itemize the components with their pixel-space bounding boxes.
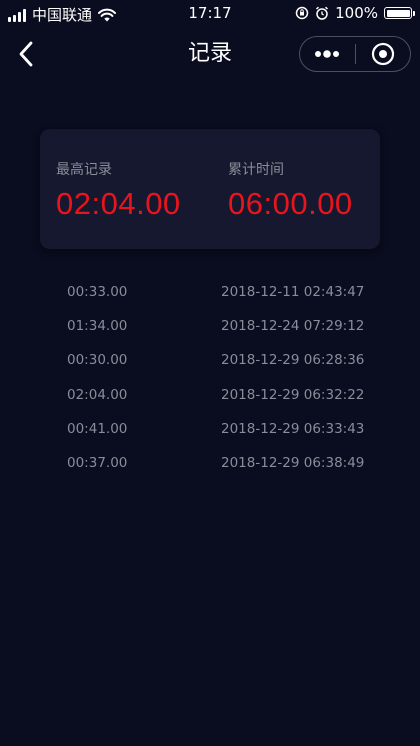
- record-duration: 00:30.00: [67, 352, 128, 369]
- record-duration: 01:34.00: [67, 318, 128, 335]
- rotation-lock-icon: [295, 6, 309, 20]
- record-duration: 00:33.00: [67, 284, 128, 300]
- record-row: 00:33.00 2018-12-11 02:43:47: [0, 276, 420, 310]
- record-datetime: 2018-12-24 07:29:12: [221, 318, 365, 335]
- record-datetime: 2018-12-29 06:38:49: [221, 454, 365, 471]
- summary-card: 最高记录 02:04.00 累计时间 06:00.00: [40, 129, 380, 249]
- total-time-stat: 累计时间 06:00.00: [228, 161, 353, 221]
- best-record-value: 02:04.00: [56, 186, 181, 221]
- record-datetime: 2018-12-29 06:33:43: [221, 420, 365, 437]
- navigation-bar: 记录: [0, 28, 420, 80]
- record-row: 00:41.00 2018-12-29 06:33:43: [0, 413, 420, 447]
- record-row: 00:30.00 2018-12-29 06:28:36: [0, 344, 420, 378]
- record-datetime: 2018-12-29 06:28:36: [221, 352, 365, 369]
- record-duration: 02:04.00: [67, 386, 128, 403]
- alarm-icon: [316, 6, 329, 20]
- record-row: 00:37.00 2018-12-29 06:38:49: [0, 447, 420, 481]
- record-duration: 00:37.00: [67, 454, 128, 471]
- more-dots-icon: [315, 50, 340, 58]
- battery-icon: [384, 7, 415, 19]
- record-datetime: 2018-12-11 02:43:47: [221, 284, 365, 300]
- battery-fill: [386, 9, 410, 17]
- records-screen: 中国联通 17:17 100% 记录 最高记录 02:04.00 累计时间 06…: [0, 0, 420, 746]
- target-circle-icon: [371, 42, 394, 66]
- best-record-label: 最高记录: [56, 162, 112, 178]
- record-datetime: 2018-12-29 06:32:22: [221, 386, 365, 403]
- mini-program-capsule: [299, 36, 411, 72]
- total-time-label: 累计时间: [228, 162, 284, 178]
- close-button[interactable]: [356, 37, 411, 71]
- record-row: 02:04.00 2018-12-29 06:32:22: [0, 379, 420, 413]
- total-time-value: 06:00.00: [228, 186, 353, 221]
- record-row: 01:34.00 2018-12-24 07:29:12: [0, 310, 420, 344]
- records-list: 00:33.00 2018-12-11 02:43:47 01:34.00 20…: [0, 276, 420, 481]
- status-right: 100%: [295, 4, 415, 22]
- battery-percent: 100%: [335, 4, 378, 22]
- record-duration: 00:41.00: [67, 420, 128, 437]
- more-button[interactable]: [300, 37, 355, 71]
- status-bar: 中国联通 17:17 100%: [0, 0, 420, 28]
- best-record-stat: 最高记录 02:04.00: [56, 161, 181, 221]
